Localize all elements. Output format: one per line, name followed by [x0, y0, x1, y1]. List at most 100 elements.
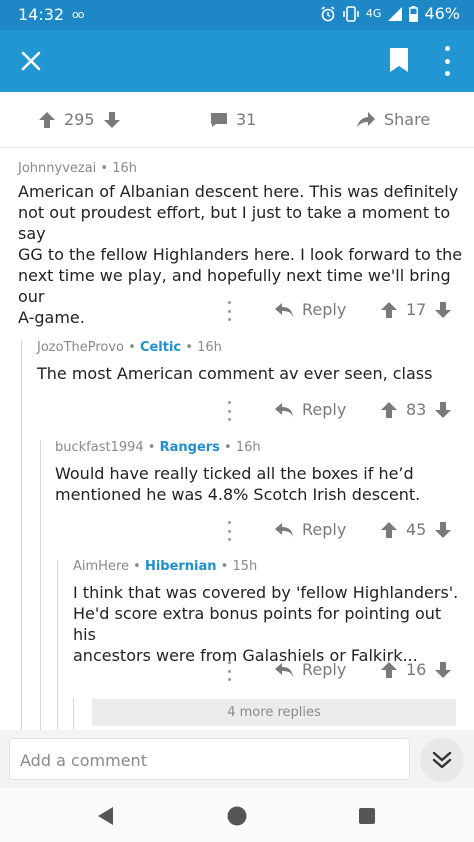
status-bar: 14:32 oo 4G 46%	[0, 0, 474, 30]
comment-body-line: I think that was covered by 'fellow High…	[73, 583, 459, 602]
comment-body-line: GG to the fellow Highlanders here. I loo…	[18, 245, 463, 264]
comment-more-button[interactable]	[226, 301, 232, 321]
reply-icon	[275, 522, 293, 537]
upvote-icon[interactable]	[380, 401, 398, 419]
post-vote-group: 295	[38, 110, 121, 129]
comment-body-line: He'd score extra bonus points for pointi…	[73, 604, 442, 644]
voicemail-icon: oo	[72, 8, 85, 21]
comment: buckfast1994 • Rangers • 16h Would have …	[55, 440, 467, 505]
downvote-icon[interactable]	[103, 111, 121, 129]
reply-button[interactable]: Reply	[274, 400, 346, 419]
comment-author[interactable]: Johnnyvezai	[18, 161, 96, 176]
reply-button[interactable]: Reply	[274, 520, 346, 539]
downvote-icon[interactable]	[434, 521, 452, 539]
upvote-icon[interactable]	[38, 111, 56, 129]
comment-body-line: not out proudest effort, but I just to t…	[18, 203, 451, 243]
reply-label: Reply	[302, 520, 347, 539]
comment-vote-group: 45	[380, 520, 452, 539]
overflow-dot	[444, 58, 450, 64]
more-replies-button[interactable]: 4 more replies	[92, 699, 456, 726]
comment-vote-group: 17	[380, 300, 452, 319]
comment-actions: Reply 16	[226, 659, 466, 685]
recents-icon[interactable]	[358, 807, 376, 825]
comment-body-line: Would have really ticked all the boxes i…	[55, 464, 414, 483]
comment-body: The most American comment av ever seen, …	[37, 363, 467, 384]
user-flair: Celtic	[139, 340, 182, 355]
reply-icon	[275, 662, 293, 677]
comment-icon	[211, 112, 227, 127]
comment-score: 45	[406, 520, 427, 539]
comment-meta: buckfast1994 • Rangers • 16h	[55, 440, 261, 455]
upvote-icon[interactable]	[380, 521, 398, 539]
user-flair: Rangers	[159, 440, 220, 455]
reply-label: Reply	[302, 660, 347, 679]
share-icon	[357, 111, 375, 128]
comment-score: 17	[406, 300, 427, 319]
comment-author[interactable]: buckfast1994	[55, 440, 144, 455]
reply-label: Reply	[302, 400, 347, 419]
post-comment-count: 31	[236, 110, 257, 129]
battery-icon	[409, 5, 419, 22]
reply-button[interactable]: Reply	[274, 300, 346, 319]
add-comment-input[interactable]: Add a comment	[9, 738, 410, 780]
comment-body: I think that was covered by 'fellow High…	[73, 582, 468, 666]
thread-line	[40, 440, 41, 730]
share-button[interactable]: Share	[356, 110, 430, 129]
status-icons: 4G 46%	[320, 4, 460, 23]
comment-age: 16h	[112, 161, 138, 176]
comment: JozoTheProvo • Celtic • 16h The most Ame…	[37, 340, 467, 384]
comment-score: 16	[406, 660, 427, 679]
comment-author[interactable]: AimHere	[73, 559, 129, 574]
comment-body-line: American of Albanian descent here. This …	[18, 182, 459, 201]
comment-vote-group: 83	[380, 400, 452, 419]
thread-line	[21, 340, 22, 730]
upvote-icon[interactable]	[380, 661, 398, 679]
comment-more-button[interactable]	[226, 661, 232, 681]
comment-actions: Reply 17	[226, 299, 466, 325]
signal-icon	[388, 6, 403, 21]
expand-button[interactable]	[420, 738, 464, 782]
comment-body: Would have really ticked all the boxes i…	[55, 463, 467, 505]
reply-button[interactable]: Reply	[274, 660, 346, 679]
home-icon[interactable]	[226, 805, 248, 827]
reply-icon	[275, 402, 293, 417]
network-type: 4G	[365, 7, 382, 20]
battery-percent: 46%	[424, 4, 460, 23]
comment-meta: Johnnyvezai • 16h	[18, 161, 138, 176]
comment-more-button[interactable]	[226, 521, 232, 541]
reply-icon	[275, 302, 293, 317]
close-icon	[21, 51, 41, 71]
status-time: 14:32	[18, 5, 65, 24]
comment-actions: Reply 83	[226, 399, 466, 425]
post-comments-button[interactable]: 31	[210, 110, 256, 129]
overflow-menu-button[interactable]	[436, 46, 458, 76]
vibrate-icon	[343, 5, 359, 22]
downvote-icon[interactable]	[434, 401, 452, 419]
post-score: 295	[64, 110, 95, 129]
double-chevron-down-icon	[432, 751, 452, 769]
reply-label: Reply	[302, 300, 347, 319]
comment-age: 15h	[232, 559, 258, 574]
comment-meta: AimHere • Hibernian • 15h	[73, 559, 258, 574]
user-flair: Hibernian	[144, 559, 217, 574]
close-button[interactable]	[14, 44, 48, 78]
comment: AimHere • Hibernian • 15h I think that w…	[73, 559, 468, 666]
back-icon[interactable]	[96, 806, 114, 826]
comment-meta: JozoTheProvo • Celtic • 16h	[37, 340, 222, 355]
downvote-icon[interactable]	[434, 301, 452, 319]
system-nav-bar	[0, 788, 474, 842]
comment-composer: Add a comment	[0, 730, 474, 788]
upvote-icon[interactable]	[380, 301, 398, 319]
comment-more-button[interactable]	[226, 401, 232, 421]
comment-vote-group: 16	[380, 660, 452, 679]
comment-body-line: mentioned he was 4.8% Scotch Irish desce…	[55, 485, 421, 504]
thread-line	[57, 560, 58, 730]
share-label: Share	[384, 110, 431, 129]
bookmark-button[interactable]	[388, 47, 410, 73]
overflow-dot	[444, 46, 450, 51]
downvote-icon[interactable]	[434, 661, 452, 679]
comment-author[interactable]: JozoTheProvo	[37, 340, 124, 355]
app-bar	[0, 30, 474, 92]
overflow-dot	[444, 71, 450, 76]
comment-age: 16h	[235, 440, 261, 455]
